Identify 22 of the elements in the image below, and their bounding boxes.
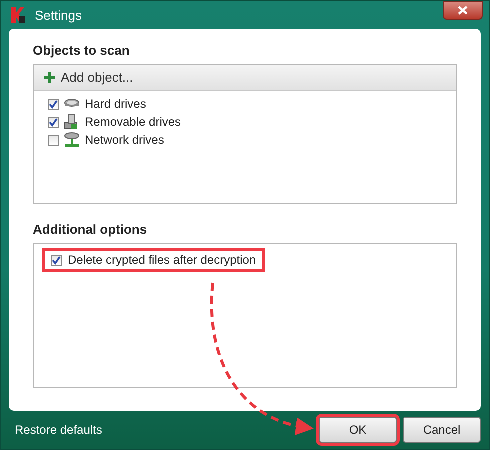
removable-drive-icon bbox=[64, 114, 80, 130]
section-heading: Objects to scan bbox=[33, 43, 131, 58]
hard-drive-icon bbox=[64, 98, 80, 110]
dialog-button[interactable]: Cancel bbox=[403, 417, 481, 443]
checkbox[interactable] bbox=[48, 134, 59, 146]
list-item-label: Network drives bbox=[85, 133, 164, 147]
app-logo-icon bbox=[11, 7, 25, 23]
restore-defaults-link[interactable]: Restore defaults bbox=[15, 423, 313, 437]
checkbox[interactable] bbox=[48, 98, 59, 110]
plus-icon bbox=[44, 72, 55, 83]
option-label: Delete crypted files after decryption bbox=[68, 253, 256, 267]
add-object-button[interactable]: Add object... bbox=[34, 65, 456, 91]
network-drive-icon bbox=[64, 132, 80, 148]
close-button[interactable] bbox=[443, 1, 483, 20]
checkbox[interactable] bbox=[48, 116, 59, 128]
section-heading: Additional options bbox=[33, 222, 148, 237]
list-item-label: Removable drives bbox=[85, 115, 182, 129]
list-item-label: Hard drives bbox=[85, 97, 146, 111]
dialog-button[interactable]: OK bbox=[319, 417, 397, 443]
checkbox[interactable] bbox=[51, 254, 62, 266]
window-title: Settings bbox=[35, 8, 83, 22]
close-icon bbox=[458, 6, 468, 15]
